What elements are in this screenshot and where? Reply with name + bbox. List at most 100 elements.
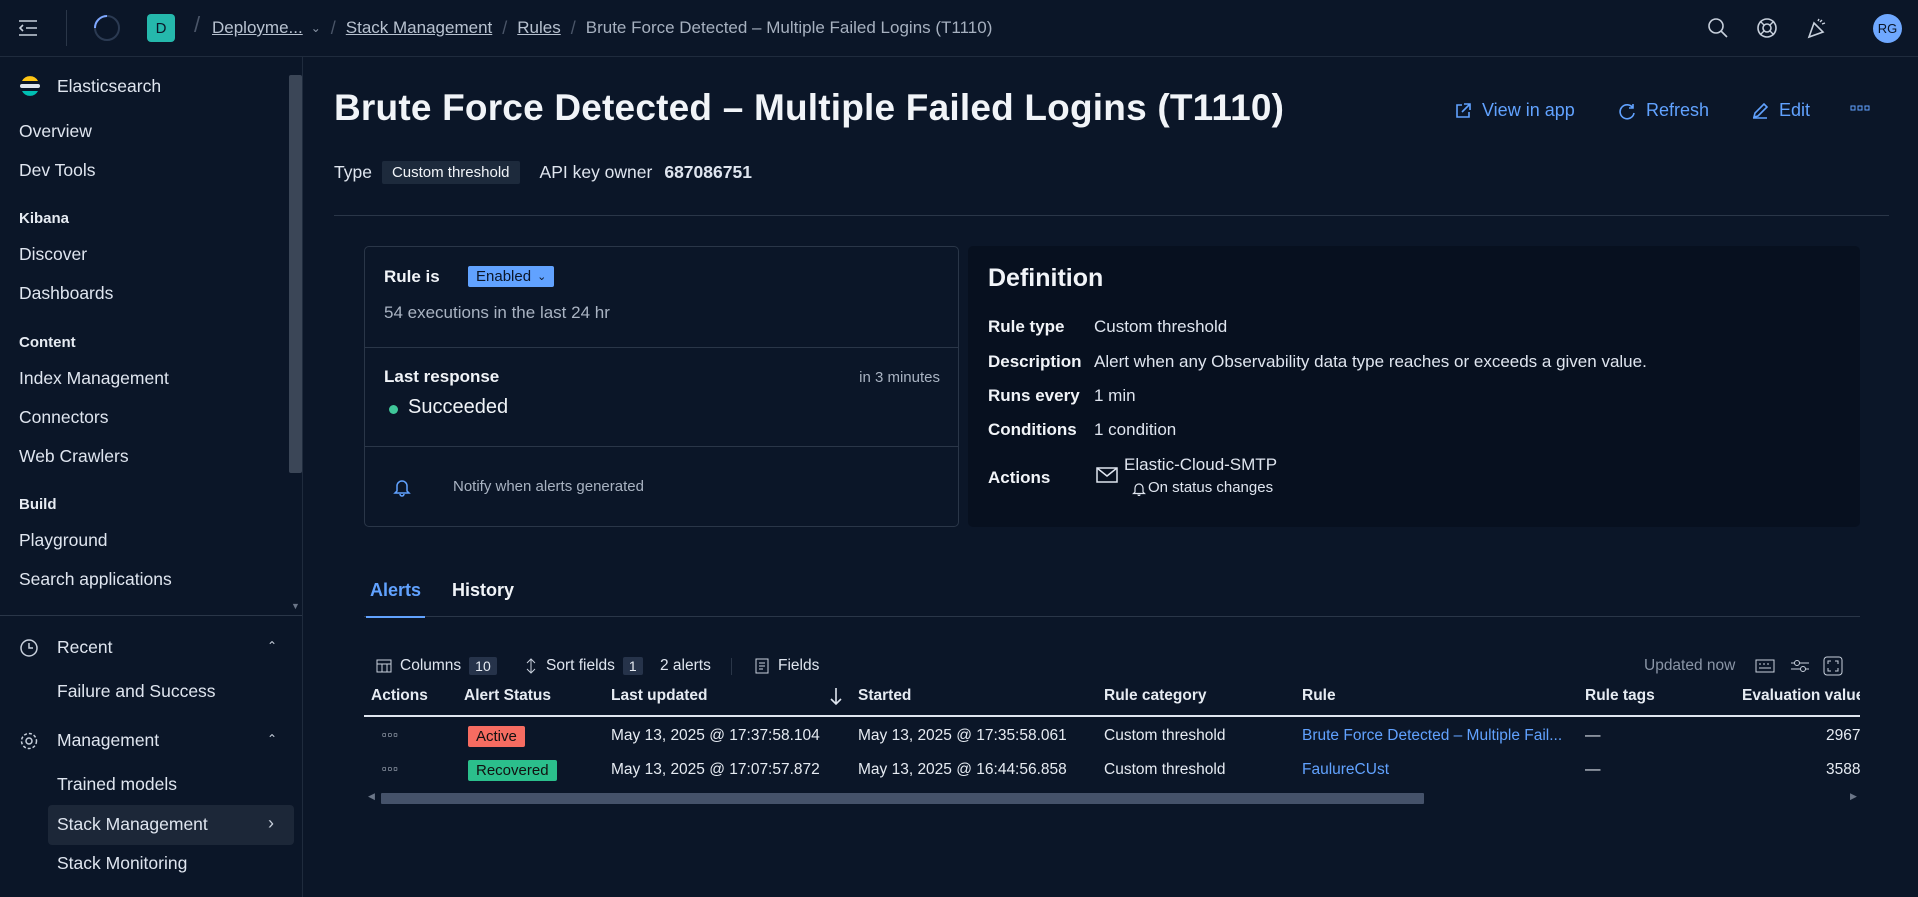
last-response-label: Last response	[384, 367, 500, 386]
fullscreen-icon[interactable]	[1823, 651, 1843, 681]
sidebar-item-stack-monitoring[interactable]: Stack Monitoring	[57, 853, 187, 874]
divider	[365, 446, 958, 447]
deployment-avatar[interactable]: D	[147, 14, 175, 42]
header-actions[interactable]: Actions	[371, 687, 428, 705]
sidebar-item-overview[interactable]: Overview	[19, 121, 92, 142]
view-in-app-button[interactable]: View in app	[1454, 100, 1575, 121]
search-icon[interactable]	[1706, 16, 1730, 40]
envelope-icon	[1096, 466, 1118, 484]
chevron-down-icon[interactable]: ⌄	[311, 21, 321, 35]
definition-panel: Definition Rule type Custom threshold De…	[968, 246, 1860, 527]
conditions-label: Conditions	[988, 420, 1077, 439]
updated-label: Updated now	[1644, 657, 1736, 674]
cell-rule-link[interactable]: FaulureCUst	[1302, 761, 1389, 779]
refresh-label: Refresh	[1646, 100, 1710, 120]
keyboard-icon[interactable]	[1755, 651, 1775, 681]
header-rule-category[interactable]: Rule category	[1104, 687, 1207, 705]
sidebar-item-dashboards[interactable]: Dashboards	[19, 283, 113, 304]
sidebar-item-discover[interactable]: Discover	[19, 244, 87, 265]
updated-text: Updated now	[1644, 651, 1735, 681]
display-settings-icon[interactable]	[1790, 651, 1810, 681]
action-frequency: On status changes	[1148, 479, 1274, 496]
header-last-updated[interactable]: Last updated	[611, 687, 707, 705]
sidebar-item-dev-tools[interactable]: Dev Tools	[19, 160, 96, 181]
enabled-dropdown[interactable]: Enabled ⌄	[468, 266, 555, 287]
header-evaluation-values[interactable]: Evaluation values	[1742, 687, 1860, 705]
breadcrumb-stack-management[interactable]: Stack Management	[346, 18, 492, 38]
actions-label: Actions	[988, 468, 1051, 487]
edit-button[interactable]: Edit	[1751, 100, 1810, 121]
chevron-down-icon[interactable]: ▼	[291, 601, 300, 611]
header-started[interactable]: Started	[858, 687, 911, 705]
cell-rule-link[interactable]: Brute Force Detected – Multiple Fail...	[1302, 727, 1562, 745]
sort-fields-button[interactable]: Sort fields 1	[524, 651, 643, 681]
chevron-right-icon: ›	[268, 813, 274, 833]
row-actions-icon[interactable]: ▫▫▫	[382, 761, 399, 776]
sidebar-section-management[interactable]: Management	[57, 730, 159, 751]
sidebar-brand[interactable]: Elasticsearch	[57, 76, 161, 97]
sort-count: 1	[622, 657, 643, 675]
sidebar-item-trained-models[interactable]: Trained models	[57, 774, 177, 795]
success-dot-icon	[389, 405, 398, 414]
breadcrumb-rules[interactable]: Rules	[517, 18, 560, 38]
columns-button[interactable]: Columns 10	[376, 651, 497, 681]
header-rule-tags[interactable]: Rule tags	[1585, 687, 1655, 705]
tabs: Alerts History	[364, 577, 1860, 620]
user-avatar[interactable]: RG	[1873, 14, 1902, 43]
table-scrollbar[interactable]	[381, 793, 1424, 804]
sidebar-item-web-crawlers[interactable]: Web Crawlers	[19, 446, 129, 467]
refresh-button[interactable]: Refresh	[1618, 100, 1709, 121]
rule-type-label: Rule type	[988, 317, 1065, 336]
api-key-value: 687086751	[664, 162, 752, 182]
fields-label: Fields	[778, 657, 820, 674]
chevron-up-icon[interactable]: ⌃	[267, 732, 277, 746]
description-value: Alert when any Observability data type r…	[1094, 352, 1647, 371]
chevron-right-icon[interactable]: ▶	[1850, 791, 1857, 802]
definition-title: Definition	[988, 264, 1104, 292]
rule-type-value: Custom threshold	[1094, 317, 1228, 336]
breadcrumb-current: Brute Force Detected – Multiple Failed L…	[585, 18, 993, 37]
cell-started: May 13, 2025 @ 17:35:58.061	[858, 727, 1067, 744]
sidebar-item-connectors[interactable]: Connectors	[19, 407, 109, 428]
row-actions-icon[interactable]: ▫▫▫	[382, 727, 399, 742]
alerts-count-label: 2 alerts	[660, 657, 711, 674]
breadcrumb-deployment[interactable]: Deployme...	[212, 18, 303, 38]
cell-rule-tags: —	[1585, 727, 1601, 744]
api-key-label: API key owner	[539, 162, 653, 182]
status-recovered-label: Recovered	[468, 760, 557, 781]
header-rule[interactable]: Rule	[1302, 687, 1336, 705]
fields-button[interactable]: Fields	[754, 651, 819, 681]
more-actions-button[interactable]	[1850, 103, 1870, 113]
divider	[334, 215, 1889, 216]
edit-label: Edit	[1779, 100, 1811, 120]
tab-history[interactable]: History	[448, 580, 518, 620]
help-icon[interactable]	[1755, 16, 1779, 40]
page-title: Brute Force Detected – Multiple Failed L…	[334, 87, 1285, 128]
notify-text: Notify when alerts generated	[453, 478, 644, 495]
sidebar-item-playground[interactable]: Playground	[19, 530, 108, 551]
next-run-text: in 3 minutes	[859, 369, 940, 386]
rule-is-label: Rule is	[384, 267, 440, 286]
status-active-label: Active	[468, 726, 525, 747]
header-alert-status[interactable]: Alert Status	[464, 687, 551, 705]
action-connector: Elastic-Cloud-SMTP	[1124, 455, 1278, 474]
sidebar-item-index-management[interactable]: Index Management	[19, 368, 169, 389]
cell-rule-category: Custom threshold	[1104, 761, 1226, 778]
sidebar-item-failure-and-success[interactable]: Failure and Success	[57, 681, 216, 702]
tab-alerts[interactable]: Alerts	[366, 580, 426, 618]
ellipsis-icon	[1850, 105, 1870, 111]
view-in-app-label: View in app	[1482, 100, 1575, 120]
sidebar-item-search-applications[interactable]: Search applications	[19, 569, 172, 590]
elasticsearch-logo-icon	[19, 75, 41, 97]
conditions-value: 1 condition	[1094, 420, 1177, 439]
chevron-up-icon[interactable]: ⌃	[267, 639, 277, 653]
collapse-nav-icon[interactable]	[16, 14, 40, 42]
news-feed-icon[interactable]	[1805, 16, 1829, 40]
sidebar-scrollbar[interactable]	[289, 75, 302, 473]
status-badge: Active	[468, 726, 525, 747]
sort-desc-icon[interactable]	[828, 686, 844, 711]
alerts-count: 2 alerts	[660, 651, 711, 681]
sidebar-item-stack-management[interactable]: Stack Management	[57, 814, 208, 835]
sidebar-section-recent[interactable]: Recent	[57, 637, 112, 658]
chevron-left-icon[interactable]: ◀	[368, 791, 375, 802]
